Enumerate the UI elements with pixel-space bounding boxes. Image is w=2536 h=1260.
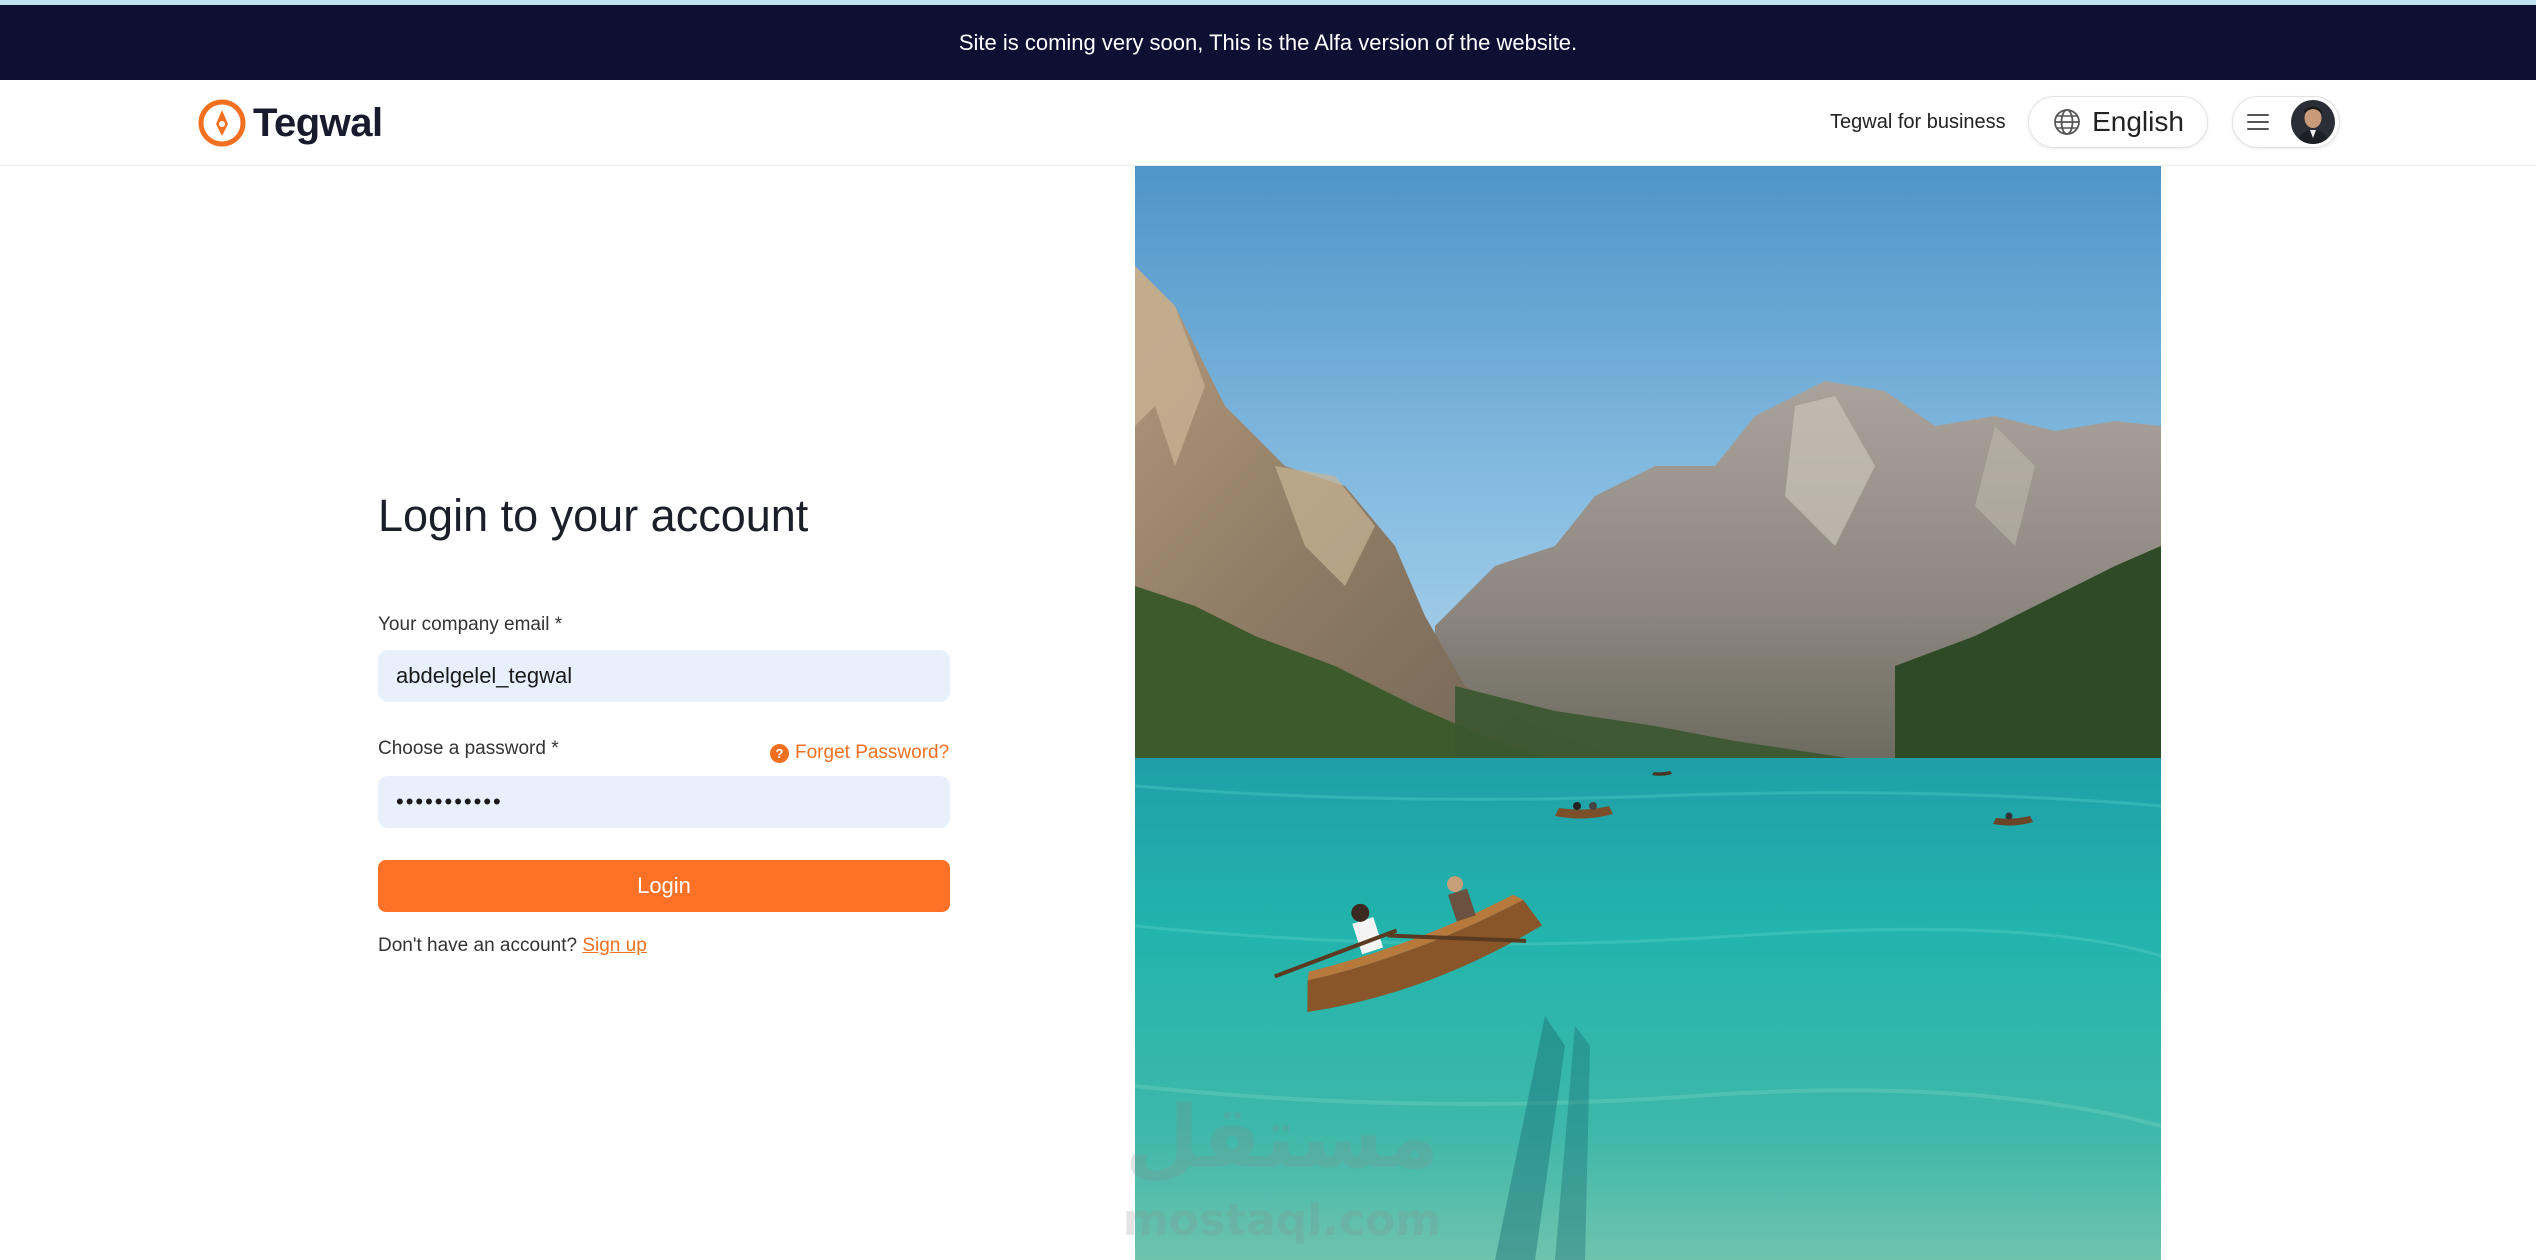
email-field[interactable]: abdelgelel_tegwal [378,650,950,702]
signup-prompt: Don't have an account? Sign up [378,935,647,957]
login-button[interactable]: Login [378,860,950,912]
password-label: Choose a password * [378,738,559,759]
page-title: Login to your account [378,490,809,541]
signup-link[interactable]: Sign up [582,935,646,956]
question-circle-icon: ? [770,743,789,763]
hero-lake-photo [1135,166,2161,1260]
language-selector[interactable]: English [2028,96,2208,148]
business-link[interactable]: Tegwal for business [1830,111,2006,134]
no-account-text: Don't have an account? [378,935,578,956]
announcement-text: Site is coming very soon, This is the Al… [958,29,1578,55]
navbar: Tegwal Tegwal for business English [0,80,2536,166]
password-value: ••••••••••• [396,789,503,814]
announcement-banner: Site is coming very soon, This is the Al… [0,5,2536,80]
password-field[interactable]: ••••••••••• [378,776,950,828]
forgot-password-link[interactable]: ? Forget Password? [770,742,949,764]
forgot-password-label: Forget Password? [795,742,950,763]
brand-logo[interactable]: Tegwal [197,98,383,148]
email-label: Your company email * [378,614,563,635]
email-value: abdelgelel_tegwal [396,663,573,688]
brand-name: Tegwal [253,100,383,145]
language-label: English [2092,106,2184,137]
compass-pin-icon [198,99,246,147]
globe-icon [2054,109,2080,135]
avatar [2291,100,2335,144]
hamburger-icon [2247,114,2269,130]
user-menu-button[interactable] [2232,96,2340,148]
